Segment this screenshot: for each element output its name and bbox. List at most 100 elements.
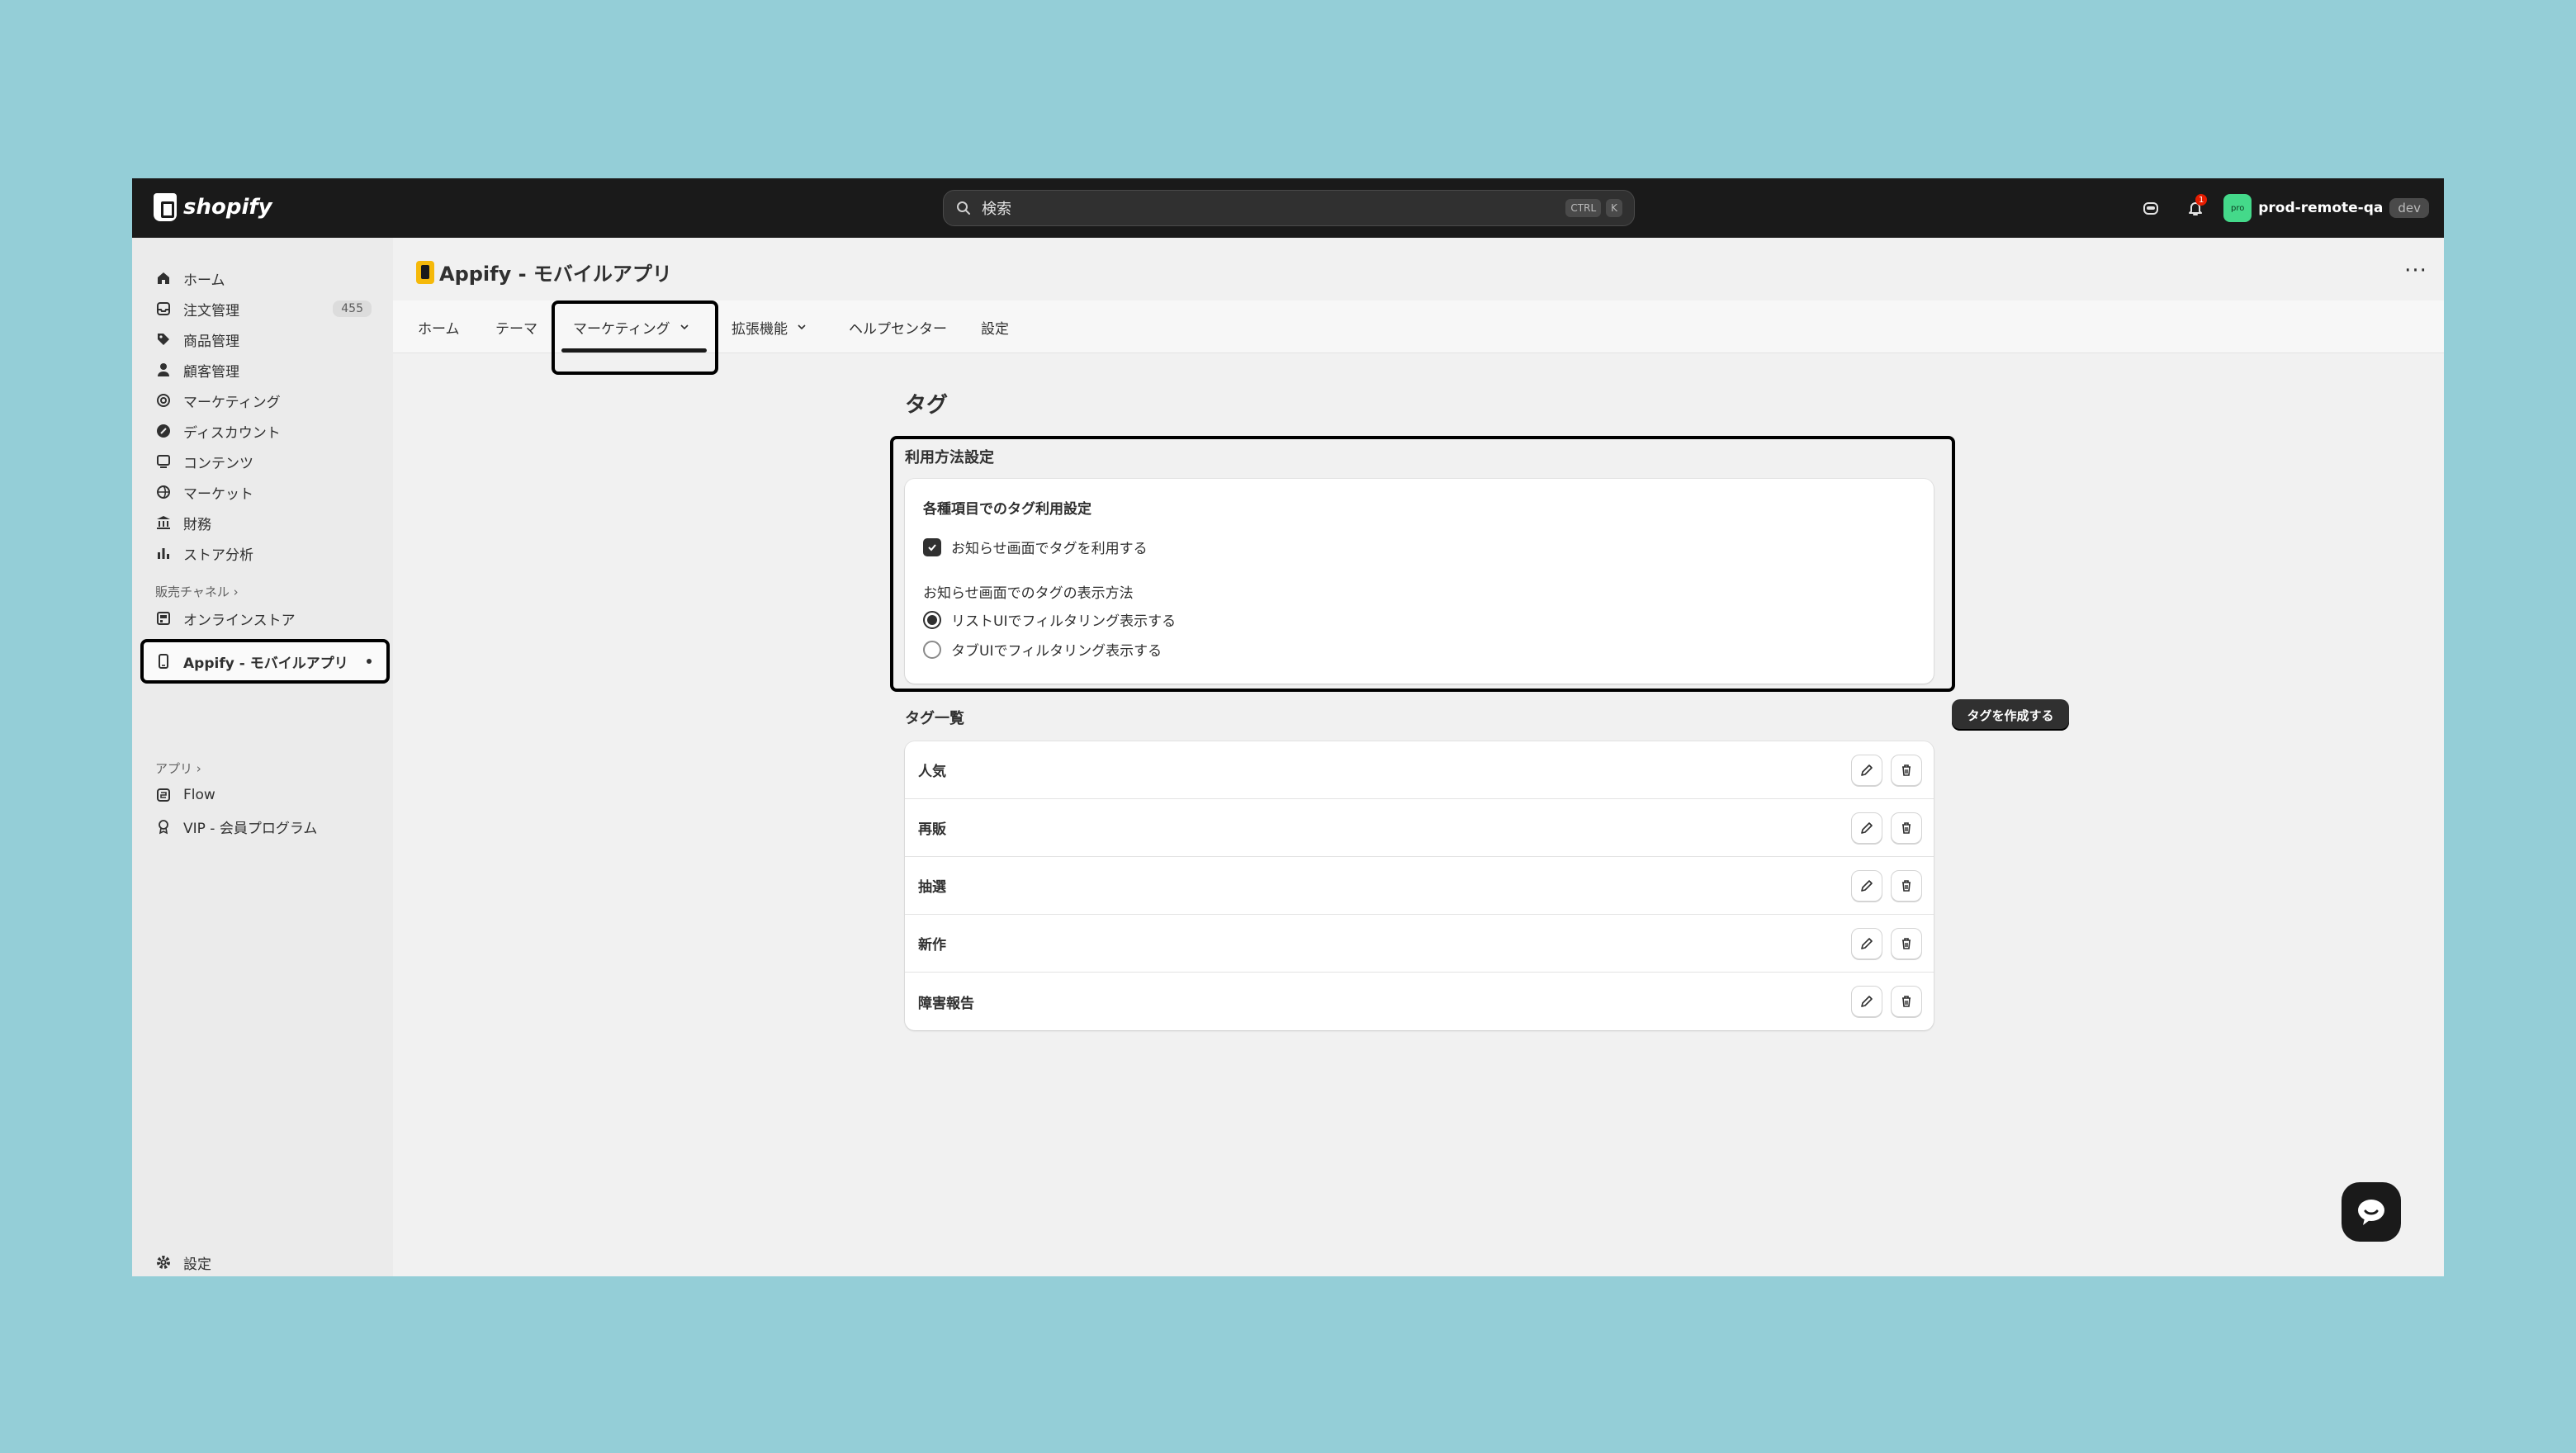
env-badge: dev — [2389, 198, 2429, 218]
pencil-icon — [1861, 764, 1873, 776]
shopify-logo[interactable]: shopify — [154, 193, 272, 221]
sidebar-item-label: マーケット — [183, 485, 253, 503]
radio-option-list-ui[interactable]: リストUIでフィルタリング表示する — [923, 609, 1176, 630]
tab-theme[interactable]: テーマ — [495, 301, 537, 353]
row-actions — [1851, 812, 1922, 844]
sidebar-item-home[interactable]: ホーム — [155, 264, 372, 292]
search-input[interactable]: 検索 CTRL K — [943, 190, 1635, 226]
discount-icon — [157, 424, 170, 438]
top-right-actions: 1 pro prod-remote-qa dev — [2134, 192, 2429, 225]
target-icon — [157, 394, 170, 407]
tab-home[interactable]: ホーム — [418, 301, 460, 353]
delete-button[interactable] — [1891, 986, 1922, 1017]
table-row: 再販 — [905, 799, 1934, 857]
trash-icon — [1902, 880, 1911, 892]
tab-label: テーマ — [495, 320, 537, 338]
tab-help-center[interactable]: ヘルプセンター — [849, 301, 947, 353]
store-name: prod-remote-qa — [2258, 200, 2384, 216]
tag-name: 障害報告 — [918, 995, 974, 1012]
radio-button-selected[interactable] — [923, 610, 941, 629]
sidebar-item-appify[interactable]: Appify - モバイルアプリ — [140, 639, 390, 684]
sidekick-icon — [2143, 202, 2159, 215]
notice-tag-checkbox-row[interactable]: お知らせ画面でタグを利用する — [923, 537, 1148, 557]
flow-icon — [157, 788, 170, 802]
user-menu[interactable]: pro prod-remote-qa dev — [2223, 194, 2429, 222]
appify-icon — [416, 260, 434, 284]
orders-count-badge: 455 — [333, 301, 372, 317]
sidebar-item-vip[interactable]: VIP - 会員プログラム — [155, 812, 372, 840]
sidebar-item-online-store[interactable]: オンラインストア — [155, 604, 372, 632]
delete-button[interactable] — [1891, 812, 1922, 844]
apps-label: アプリ — [155, 761, 193, 776]
sidebar-item-flow[interactable]: Flow — [155, 781, 372, 809]
radio-button[interactable] — [923, 640, 941, 659]
edit-button[interactable] — [1851, 812, 1882, 844]
home-icon — [158, 272, 169, 284]
more-actions-button[interactable]: ··· — [2401, 256, 2431, 286]
pencil-icon — [1861, 880, 1873, 892]
chat-button[interactable] — [2342, 1182, 2401, 1242]
row-actions — [1851, 928, 1922, 959]
sidebar-item-analytics[interactable]: ストア分析 — [155, 539, 372, 567]
sidebar-item-marketing[interactable]: マーケティング — [155, 386, 372, 414]
pin-icon[interactable] — [367, 659, 372, 664]
sidebar-item-markets[interactable]: マーケット — [155, 478, 372, 506]
tag-list-label: タグ一覧 — [905, 710, 964, 727]
search-icon — [957, 201, 970, 215]
sidebar-item-label: Appify - モバイルアプリ — [183, 655, 348, 672]
row-actions — [1851, 986, 1922, 1017]
bank-icon — [157, 516, 170, 529]
chat-icon — [2358, 1200, 2384, 1225]
globe-icon — [157, 485, 170, 499]
sidebar-item-settings[interactable]: 設定 — [155, 1248, 372, 1276]
sidebar-item-content[interactable]: コンテンツ — [155, 447, 372, 476]
trash-icon — [1902, 996, 1911, 1007]
edit-button[interactable] — [1851, 928, 1882, 959]
radio-label: リストUIでフィルタリング表示する — [951, 613, 1177, 630]
shortcut-ctrl: CTRL — [1565, 199, 1602, 217]
person-icon — [158, 363, 169, 376]
delete-button[interactable] — [1891, 755, 1922, 786]
tab-settings[interactable]: 設定 — [981, 301, 1009, 353]
tab-label: 拡張機能 — [732, 320, 788, 338]
tag-list-card: 人気 再販 抽選 新作 障害報告 — [905, 741, 1934, 1030]
delete-button[interactable] — [1891, 870, 1922, 902]
sidebar-item-label: VIP - 会員プログラム — [183, 820, 318, 837]
sidebar-item-discounts[interactable]: ディスカウント — [155, 417, 372, 445]
display-method-label: お知らせ画面でのタグの表示方法 — [923, 585, 1134, 602]
table-row: 人気 — [905, 741, 1934, 799]
radio-option-tab-ui[interactable]: タブUIでフィルタリング表示する — [923, 639, 1162, 660]
sidebar-item-products[interactable]: 商品管理 — [155, 325, 372, 353]
notice-tag-checkbox[interactable] — [923, 537, 941, 556]
trash-icon — [1902, 764, 1911, 776]
create-tag-button[interactable]: タグを作成する — [1952, 699, 2069, 731]
edit-button[interactable] — [1851, 870, 1882, 902]
sidekick-button[interactable] — [2134, 192, 2167, 225]
table-row: 障害報告 — [905, 973, 1934, 1030]
tag-name: 人気 — [918, 764, 946, 780]
sidebar-item-orders[interactable]: 注文管理 455 — [155, 295, 372, 323]
edit-button[interactable] — [1851, 986, 1882, 1017]
trash-icon — [1902, 822, 1911, 834]
sales-channels-header[interactable]: 販売チャネル › — [155, 583, 239, 600]
tab-label: 設定 — [981, 320, 1009, 338]
usage-settings-card: 各種項目でのタグ利用設定 お知らせ画面でタグを利用する お知らせ画面でのタグの表… — [905, 479, 1934, 684]
avatar: pro — [2223, 194, 2252, 222]
store-icon — [157, 612, 170, 625]
apps-header[interactable]: アプリ › — [155, 760, 201, 777]
search-placeholder: 検索 — [982, 201, 1011, 218]
edit-button[interactable] — [1851, 755, 1882, 786]
shopify-bag-icon — [154, 193, 177, 221]
tab-extensions[interactable]: 拡張機能 — [732, 301, 807, 353]
tab-highlight-frame — [552, 301, 718, 375]
notifications-button[interactable]: 1 — [2179, 192, 2212, 225]
gear-icon — [157, 1256, 170, 1269]
inbox-icon — [157, 302, 170, 315]
sidebar-item-customers[interactable]: 顧客管理 — [155, 356, 372, 384]
sidebar-item-label: ホーム — [183, 272, 225, 289]
tab-label: ホーム — [418, 320, 460, 338]
delete-button[interactable] — [1891, 928, 1922, 959]
sidebar-item-label: マーケティング — [183, 394, 281, 411]
award-icon — [159, 820, 168, 835]
sidebar-item-finance[interactable]: 財務 — [155, 509, 372, 537]
